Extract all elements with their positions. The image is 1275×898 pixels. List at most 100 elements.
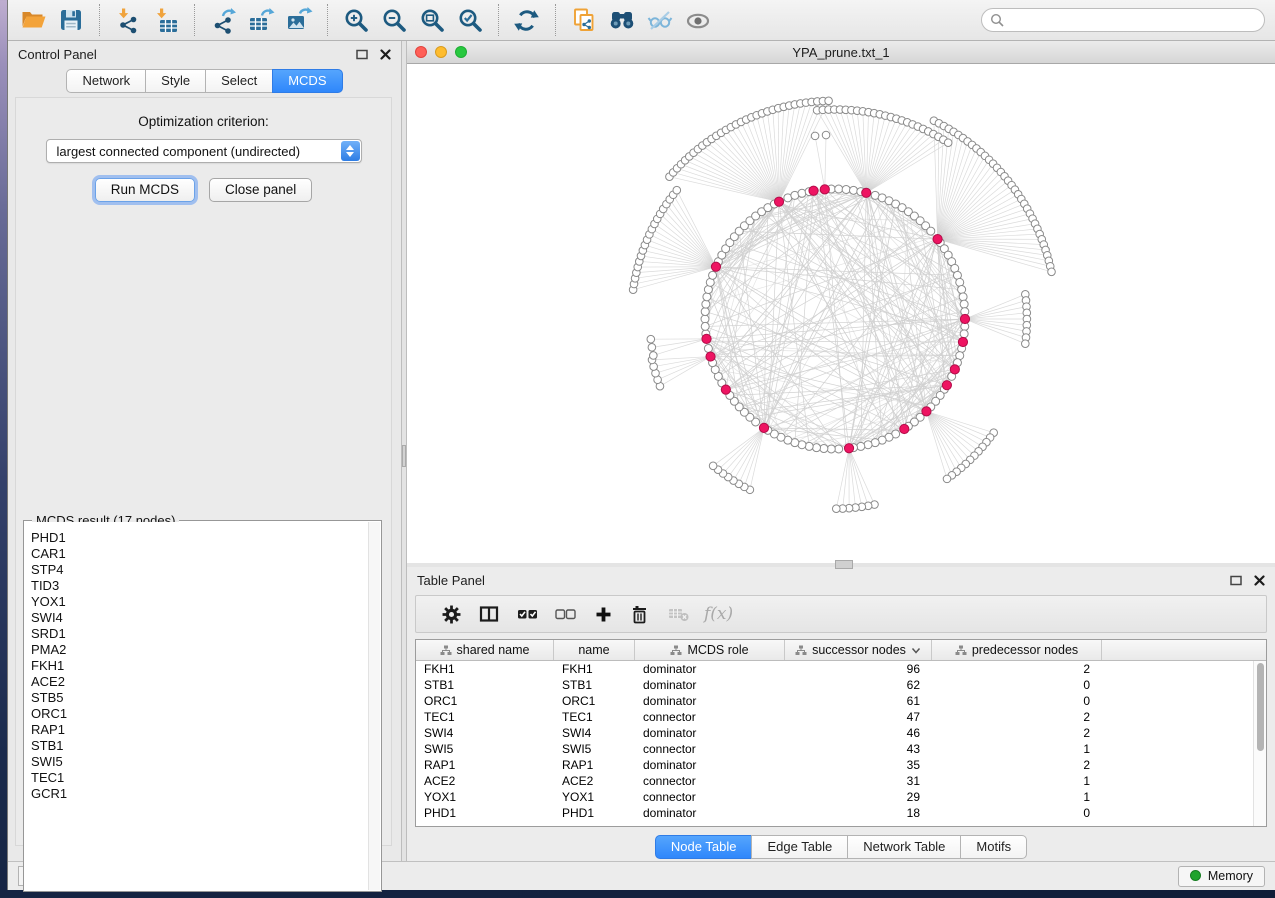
table-row[interactable]: YOX1YOX1connector291 — [416, 789, 1253, 805]
mcds-result-item[interactable]: GCR1 — [31, 786, 368, 802]
table-panel-divider[interactable] — [407, 563, 1275, 567]
tab-edge-table[interactable]: Edge Table — [751, 835, 848, 859]
table-row[interactable]: TEC1TEC1connector472 — [416, 709, 1253, 725]
cell-shared-name[interactable]: YOX1 — [416, 790, 554, 804]
column-header-MCDS-role[interactable]: MCDS role — [635, 640, 785, 660]
cell-shared-name[interactable]: PHD1 — [416, 806, 554, 820]
cell-predecessor-nodes[interactable]: 2 — [932, 758, 1102, 772]
function-builder-icon[interactable]: f(x) — [704, 604, 733, 624]
cell-MCDS-role[interactable]: dominator — [635, 806, 785, 820]
divider-handle[interactable] — [402, 445, 406, 467]
mcds-result-item[interactable]: SWI4 — [31, 610, 368, 626]
delete-table-icon[interactable] — [660, 606, 698, 622]
hide-selected-icon[interactable] — [641, 3, 679, 37]
mcds-list-scrollbar[interactable] — [368, 522, 380, 890]
zoom-in-icon[interactable] — [337, 3, 375, 37]
float-panel-icon[interactable] — [1230, 575, 1242, 586]
memory-button[interactable]: Memory — [1178, 866, 1265, 887]
mcds-result-item[interactable]: FKH1 — [31, 658, 368, 674]
cell-predecessor-nodes[interactable]: 1 — [932, 790, 1102, 804]
zoom-selected-icon[interactable] — [451, 3, 489, 37]
export-image-icon[interactable] — [280, 3, 318, 37]
cell-shared-name[interactable]: ACE2 — [416, 774, 554, 788]
cell-successor-nodes[interactable]: 35 — [785, 758, 932, 772]
cell-MCDS-role[interactable]: dominator — [635, 678, 785, 692]
mcds-result-item[interactable]: SRD1 — [31, 626, 368, 642]
cell-shared-name[interactable]: SWI5 — [416, 742, 554, 756]
cell-predecessor-nodes[interactable]: 0 — [932, 678, 1102, 692]
cell-predecessor-nodes[interactable]: 2 — [932, 726, 1102, 740]
optimization-criterion-select[interactable]: largest connected component (undirected) — [46, 139, 362, 163]
run-mcds-button[interactable]: Run MCDS — [95, 178, 195, 202]
cell-predecessor-nodes[interactable]: 1 — [932, 742, 1102, 756]
cell-successor-nodes[interactable]: 96 — [785, 662, 932, 676]
cell-successor-nodes[interactable]: 29 — [785, 790, 932, 804]
cell-successor-nodes[interactable]: 43 — [785, 742, 932, 756]
save-session-icon[interactable] — [52, 3, 90, 37]
refresh-layout-icon[interactable] — [508, 3, 546, 37]
cell-successor-nodes[interactable]: 18 — [785, 806, 932, 820]
float-panel-icon[interactable] — [356, 49, 368, 60]
column-header-shared-name[interactable]: shared name — [416, 640, 554, 660]
cell-MCDS-role[interactable]: dominator — [635, 662, 785, 676]
table-row[interactable]: SWI5SWI5connector431 — [416, 741, 1253, 757]
mcds-result-item[interactable]: TID3 — [31, 578, 368, 594]
cell-MCDS-role[interactable]: connector — [635, 774, 785, 788]
scrollbar-thumb[interactable] — [1257, 663, 1264, 751]
cell-predecessor-nodes[interactable]: 2 — [932, 710, 1102, 724]
cell-name[interactable]: SWI5 — [554, 742, 635, 756]
cell-MCDS-role[interactable]: connector — [635, 790, 785, 804]
table-row[interactable]: STB1STB1dominator620 — [416, 677, 1253, 693]
column-header-successor-nodes[interactable]: successor nodes — [785, 640, 932, 660]
mcds-result-item[interactable]: RAP1 — [31, 722, 368, 738]
cell-predecessor-nodes[interactable]: 2 — [932, 662, 1102, 676]
cell-successor-nodes[interactable]: 61 — [785, 694, 932, 708]
clone-network-icon[interactable] — [565, 3, 603, 37]
find-icon[interactable] — [603, 3, 641, 37]
panel-divider[interactable] — [401, 41, 407, 861]
split-view-icon[interactable] — [470, 605, 508, 623]
cell-predecessor-nodes[interactable]: 0 — [932, 806, 1102, 820]
search-box[interactable] — [981, 8, 1265, 32]
zoom-fit-icon[interactable] — [413, 3, 451, 37]
cell-name[interactable]: SWI4 — [554, 726, 635, 740]
cell-predecessor-nodes[interactable]: 1 — [932, 774, 1102, 788]
cell-shared-name[interactable]: TEC1 — [416, 710, 554, 724]
cell-name[interactable]: RAP1 — [554, 758, 635, 772]
cell-name[interactable]: FKH1 — [554, 662, 635, 676]
search-input[interactable] — [1009, 13, 1256, 27]
tab-select[interactable]: Select — [205, 69, 273, 93]
table-row[interactable]: ORC1ORC1dominator610 — [416, 693, 1253, 709]
mcds-result-item[interactable]: TEC1 — [31, 770, 368, 786]
cell-successor-nodes[interactable]: 31 — [785, 774, 932, 788]
cell-MCDS-role[interactable]: dominator — [635, 758, 785, 772]
cell-shared-name[interactable]: STB1 — [416, 678, 554, 692]
network-window-titlebar[interactable]: YPA_prune.txt_1 — [407, 41, 1275, 64]
mcds-result-list[interactable]: PHD1CAR1STP4TID3YOX1SWI4SRD1PMA2FKH1ACE2… — [25, 522, 368, 890]
import-table-icon[interactable] — [147, 3, 185, 37]
table-row[interactable]: ACE2ACE2connector311 — [416, 773, 1253, 789]
cell-name[interactable]: STB1 — [554, 678, 635, 692]
select-all-icon[interactable] — [508, 607, 546, 621]
cell-name[interactable]: ORC1 — [554, 694, 635, 708]
maximize-window-icon[interactable] — [455, 46, 467, 58]
tab-style[interactable]: Style — [145, 69, 206, 93]
column-header-predecessor-nodes[interactable]: predecessor nodes — [932, 640, 1102, 660]
column-header-name[interactable]: name — [554, 640, 635, 660]
cell-successor-nodes[interactable]: 47 — [785, 710, 932, 724]
close-panel-icon[interactable] — [1254, 575, 1265, 586]
mcds-result-item[interactable]: SWI5 — [31, 754, 368, 770]
cell-shared-name[interactable]: FKH1 — [416, 662, 554, 676]
cell-name[interactable]: YOX1 — [554, 790, 635, 804]
table-scrollbar[interactable] — [1253, 661, 1266, 826]
cell-successor-nodes[interactable]: 46 — [785, 726, 932, 740]
cell-shared-name[interactable]: ORC1 — [416, 694, 554, 708]
divider-handle[interactable] — [835, 560, 853, 569]
mcds-result-item[interactable]: ACE2 — [31, 674, 368, 690]
mcds-result-item[interactable]: ORC1 — [31, 706, 368, 722]
cell-name[interactable]: TEC1 — [554, 710, 635, 724]
close-panel-icon[interactable] — [380, 49, 391, 60]
cell-shared-name[interactable]: RAP1 — [416, 758, 554, 772]
cell-MCDS-role[interactable]: connector — [635, 742, 785, 756]
mcds-result-item[interactable]: STB1 — [31, 738, 368, 754]
